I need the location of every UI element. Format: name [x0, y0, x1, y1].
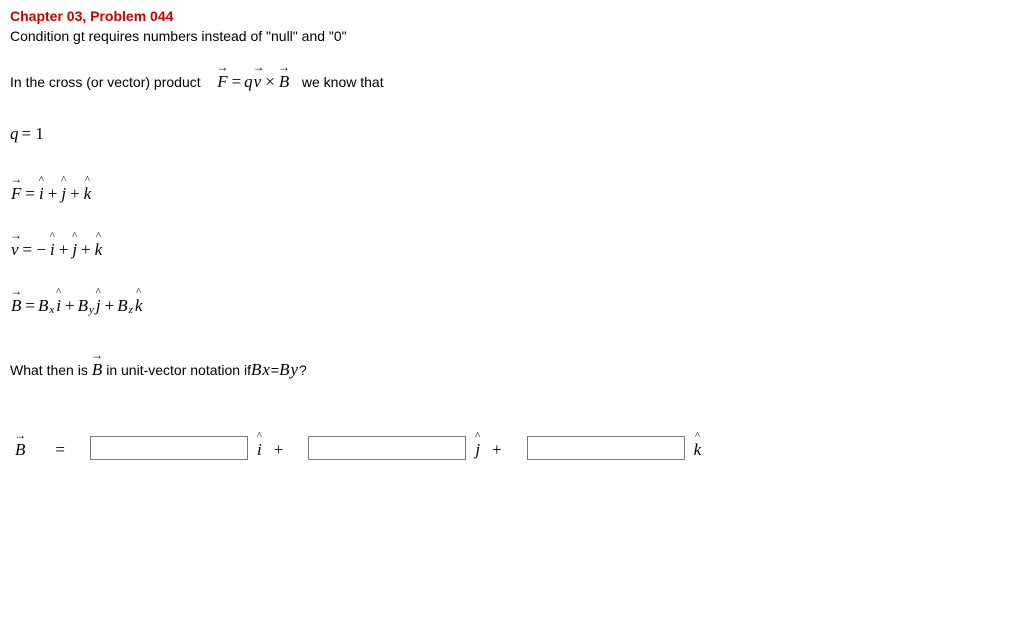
- j-hat: j: [95, 296, 102, 316]
- x-sub: x: [262, 360, 270, 380]
- plus-sign: +: [489, 440, 505, 460]
- B-equation: B = Bx i + By j + Bz k: [10, 296, 1014, 316]
- input-i-component[interactable]: [90, 436, 248, 460]
- plus-sign: +: [45, 184, 61, 204]
- vector-v: v: [10, 240, 20, 260]
- v-equation: v = − i + j + k: [10, 240, 1014, 260]
- i-hat: i: [38, 184, 45, 204]
- plus-sign: +: [271, 440, 287, 460]
- y-sub: y: [290, 360, 298, 380]
- input-j-component[interactable]: [308, 436, 466, 460]
- k-hat: k: [83, 184, 93, 204]
- eq-sign: =: [52, 440, 68, 460]
- Bx: B: [251, 360, 261, 380]
- intro-pre: In the cross (or vector) product: [10, 74, 216, 90]
- vector-B: B: [88, 360, 106, 380]
- eq-sign: =: [22, 296, 38, 316]
- plus-sign: +: [102, 296, 118, 316]
- eq-sign: =: [22, 184, 38, 204]
- eq-sign: =: [229, 72, 245, 92]
- answer-line: B = i + j + k: [14, 436, 1014, 460]
- cross-sign: ×: [262, 72, 278, 92]
- i-hat: i: [49, 240, 56, 260]
- k-hat: k: [134, 296, 144, 316]
- vector-B: B: [10, 296, 22, 316]
- Bz-coef: B: [117, 296, 127, 316]
- eq-sign: =: [271, 362, 279, 378]
- q-var: q: [10, 124, 19, 144]
- plus-sign: +: [62, 296, 78, 316]
- x-sub: x: [49, 304, 54, 316]
- i-hat: i: [256, 440, 263, 460]
- F-equation: F = i + j + k: [10, 184, 1014, 204]
- input-k-component[interactable]: [527, 436, 685, 460]
- vector-B: B: [278, 72, 290, 92]
- q-equation: q = 1: [10, 124, 1014, 144]
- question-pre: What then is: [10, 362, 88, 378]
- eq-minus: = −: [20, 240, 49, 260]
- question-mid: in unit-vector notation if: [106, 362, 251, 378]
- intro-line: In the cross (or vector) product F = q v…: [10, 72, 1014, 92]
- plus-sign: +: [56, 240, 72, 260]
- k-hat: k: [94, 240, 104, 260]
- vector-B: B: [14, 440, 26, 460]
- k-hat: k: [693, 440, 703, 460]
- vector-v: v: [253, 72, 263, 92]
- question-mark: ?: [299, 362, 307, 378]
- i-hat: i: [55, 296, 62, 316]
- vector-F: F: [216, 72, 228, 92]
- problem-title: Chapter 03, Problem 044: [10, 8, 1014, 24]
- plus-sign: +: [78, 240, 94, 260]
- Bx-coef: B: [38, 296, 48, 316]
- j-hat: j: [71, 240, 78, 260]
- vector-F: F: [10, 184, 22, 204]
- By: B: [279, 360, 289, 380]
- question-line: What then is B in unit-vector notation i…: [10, 360, 1014, 380]
- y-sub: y: [89, 304, 94, 316]
- z-sub: z: [129, 304, 133, 316]
- plus-sign: +: [67, 184, 83, 204]
- intro-post: we know that: [290, 74, 383, 90]
- scalar-q: q: [244, 72, 253, 92]
- By-coef: B: [78, 296, 88, 316]
- q-value: = 1: [19, 124, 47, 144]
- condition-text: Condition gt requires numbers instead of…: [10, 28, 1014, 44]
- j-hat: j: [474, 440, 481, 460]
- j-hat: j: [60, 184, 67, 204]
